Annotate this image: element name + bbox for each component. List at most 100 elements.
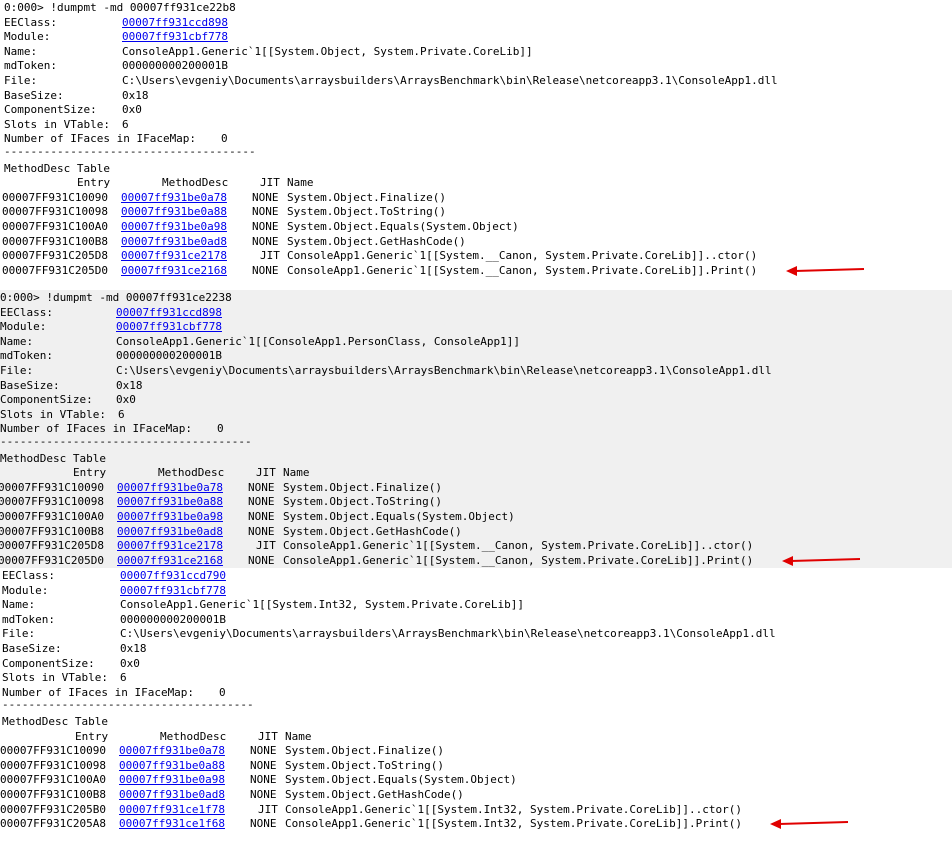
command-line: 0:000> !dumpmt -md 00007ff931ce22b8 (4, 1, 236, 14)
entry-address: 00007FF931C10098 (2, 205, 108, 219)
entry-address: 00007FF931C205A8 (0, 817, 106, 831)
jit-status: NONE (248, 480, 275, 494)
method-row: 00007FF931C205D8 00007ff931ce2178 JIT Conso… (0, 249, 940, 264)
jit-status: NONE (250, 744, 277, 758)
field-label: File: (2, 627, 36, 641)
methoddesc-link[interactable]: 00007ff931be0a78 (119, 744, 225, 759)
field-row: ComponentSize: 0x0 (2, 657, 940, 672)
method-name: ConsoleApp1.Generic`1[[System.__Canon, S… (283, 553, 754, 567)
table-title: MethodDesc Table (4, 161, 110, 175)
methoddesc-link[interactable]: 00007ff931be0a88 (117, 495, 223, 510)
field-row: File: C:\Users\evgeniy\Documents\arraysbu… (0, 364, 940, 379)
field-label: File: (0, 364, 34, 377)
address-link[interactable]: 00007ff931cbf778 (120, 584, 226, 599)
methoddesc-link[interactable]: 00007ff931be0a98 (117, 510, 223, 525)
header-entry: Entry (77, 176, 111, 190)
header-methoddesc: MethodDesc (158, 466, 225, 480)
methoddesc-link[interactable]: 00007ff931be0ad8 (117, 525, 223, 540)
methoddesc-link[interactable]: 00007ff931be0ad8 (119, 788, 225, 803)
method-row: 00007FF931C10098 00007ff931be0a88 NONE Syst… (0, 205, 940, 220)
jit-status: NONE (252, 205, 279, 219)
methoddesc-link[interactable]: 00007ff931be0a98 (121, 220, 227, 235)
table-header: Entry MethodDesc JIT Name (0, 730, 940, 745)
method-name: System.Object.Equals(System.Object) (285, 773, 517, 787)
method-name: ConsoleApp1.Generic`1[[System.__Canon, S… (287, 263, 758, 277)
method-name: System.Object.Equals(System.Object) (287, 220, 519, 233)
methoddesc-link[interactable]: 00007ff931ce1f78 (119, 803, 225, 818)
field-value: 6 (122, 117, 129, 131)
field-label: Module: (0, 320, 47, 334)
methoddesc-link[interactable]: 00007ff931be0a78 (117, 481, 223, 496)
field-value: C:\Users\evgeniy\Documents\arraysbuilder… (120, 627, 776, 641)
address-link[interactable]: 00007ff931cbf778 (122, 30, 228, 45)
method-row: 00007FF931C205B0 00007ff931ce1f78 JIT Conso… (0, 803, 940, 818)
table-title: MethodDesc Table (0, 451, 106, 465)
field-row: BaseSize: 0x18 (2, 642, 940, 657)
field-value: 0x18 (120, 642, 147, 655)
methoddesc-link[interactable]: 00007ff931ce2168 (121, 264, 227, 279)
field-row: mdToken: 000000000200001B (4, 59, 940, 74)
address-link[interactable]: 00007ff931cbf778 (116, 320, 222, 335)
method-name: System.Object.Equals(System.Object) (283, 510, 515, 523)
method-name: ConsoleApp1.Generic`1[[System.Int32, Sys… (285, 802, 742, 816)
separator: -------------------------------------- (4, 145, 256, 158)
method-row: 00007FF931C10098 00007ff931be0a88 NONE Syst… (0, 495, 940, 510)
method-name: System.Object.ToString() (287, 205, 446, 219)
method-row: 00007FF931C100B8 00007ff931be0ad8 NONE Syst… (0, 525, 940, 540)
address-link[interactable]: 00007ff931ccd898 (116, 306, 222, 321)
field-label: ComponentSize: (0, 393, 93, 407)
field-value: 0x18 (122, 88, 149, 102)
field-row: File: C:\Users\evgeniy\Documents\arraysbu… (2, 627, 940, 642)
field-value: C:\Users\evgeniy\Documents\arraysbuilder… (116, 364, 772, 377)
method-row: 00007FF931C100A0 00007ff931be0a98 NONE Syst… (0, 510, 940, 525)
field-value: 000000000200001B (120, 612, 226, 626)
jit-status: NONE (248, 553, 275, 567)
methoddesc-link[interactable]: 00007ff931be0a88 (119, 759, 225, 774)
jit-status: NONE (252, 220, 279, 233)
field-label: EEClass: (4, 15, 57, 29)
method-row: 00007FF931C100A0 00007ff931be0a98 NONE Syst… (0, 773, 940, 788)
methoddesc-link[interactable]: 00007ff931be0ad8 (121, 235, 227, 250)
field-row: EEClass: 00007ff931ccd898 (4, 16, 940, 31)
field-row: Name: ConsoleApp1.Generic`1[[System.Objec… (4, 45, 940, 60)
header-methoddesc: MethodDesc (162, 176, 229, 190)
methoddesc-link[interactable]: 00007ff931ce2178 (121, 249, 227, 264)
entry-address: 00007FF931C10098 (0, 758, 106, 772)
header-jit: JIT (256, 466, 276, 480)
field-label: mdToken: (4, 59, 57, 73)
field-label: File: (4, 74, 38, 87)
method-name: System.Object.Finalize() (285, 744, 444, 758)
field-label: mdToken: (0, 349, 53, 363)
field-value: 6 (118, 407, 125, 421)
field-row: Slots in VTable: 6 (0, 408, 940, 423)
field-value: 000000000200001B (116, 349, 222, 363)
table-title: MethodDesc Table (2, 715, 108, 728)
entry-address: 00007FF931C100A0 (0, 510, 104, 523)
methoddesc-link[interactable]: 00007ff931ce1f68 (119, 817, 225, 832)
method-name: System.Object.Finalize() (287, 190, 446, 204)
header-entry: Entry (73, 466, 107, 480)
method-row: 00007FF931C10090 00007ff931be0a78 NONE Syst… (0, 744, 940, 759)
methoddesc-link[interactable]: 00007ff931ce2168 (117, 554, 223, 569)
methoddesc-link[interactable]: 00007ff931be0a78 (121, 191, 227, 206)
field-value: 000000000200001B (122, 59, 228, 73)
field-row: EEClass: 00007ff931ccd898 (0, 306, 940, 321)
field-value: 0x0 (122, 103, 142, 117)
entry-address: 00007FF931C100A0 (2, 220, 108, 233)
red-arrow-annotation (786, 265, 866, 277)
address-link[interactable]: 00007ff931ccd898 (122, 16, 228, 31)
methoddesc-link[interactable]: 00007ff931be0a88 (121, 205, 227, 220)
address-link[interactable]: 00007ff931ccd790 (120, 569, 226, 584)
field-label: ComponentSize: (4, 103, 97, 117)
method-row: 00007FF931C100A0 00007ff931be0a98 NONE Syst… (0, 220, 940, 235)
field-row: Name: ConsoleApp1.Generic`1[[ConsoleApp1.… (0, 335, 940, 350)
field-row: Name: ConsoleApp1.Generic`1[[System.Int32… (2, 598, 940, 613)
method-row: 00007FF931C100B8 00007ff931be0ad8 NONE Syst… (0, 788, 940, 803)
field-row: BaseSize: 0x18 (4, 89, 940, 104)
methoddesc-link[interactable]: 00007ff931be0a98 (119, 773, 225, 788)
separator: -------------------------------------- (2, 698, 254, 712)
entry-address: 00007FF931C205B0 (0, 802, 106, 816)
methoddesc-link[interactable]: 00007ff931ce2178 (117, 539, 223, 554)
field-label: EEClass: (0, 305, 53, 319)
field-value: 0x18 (116, 378, 143, 392)
